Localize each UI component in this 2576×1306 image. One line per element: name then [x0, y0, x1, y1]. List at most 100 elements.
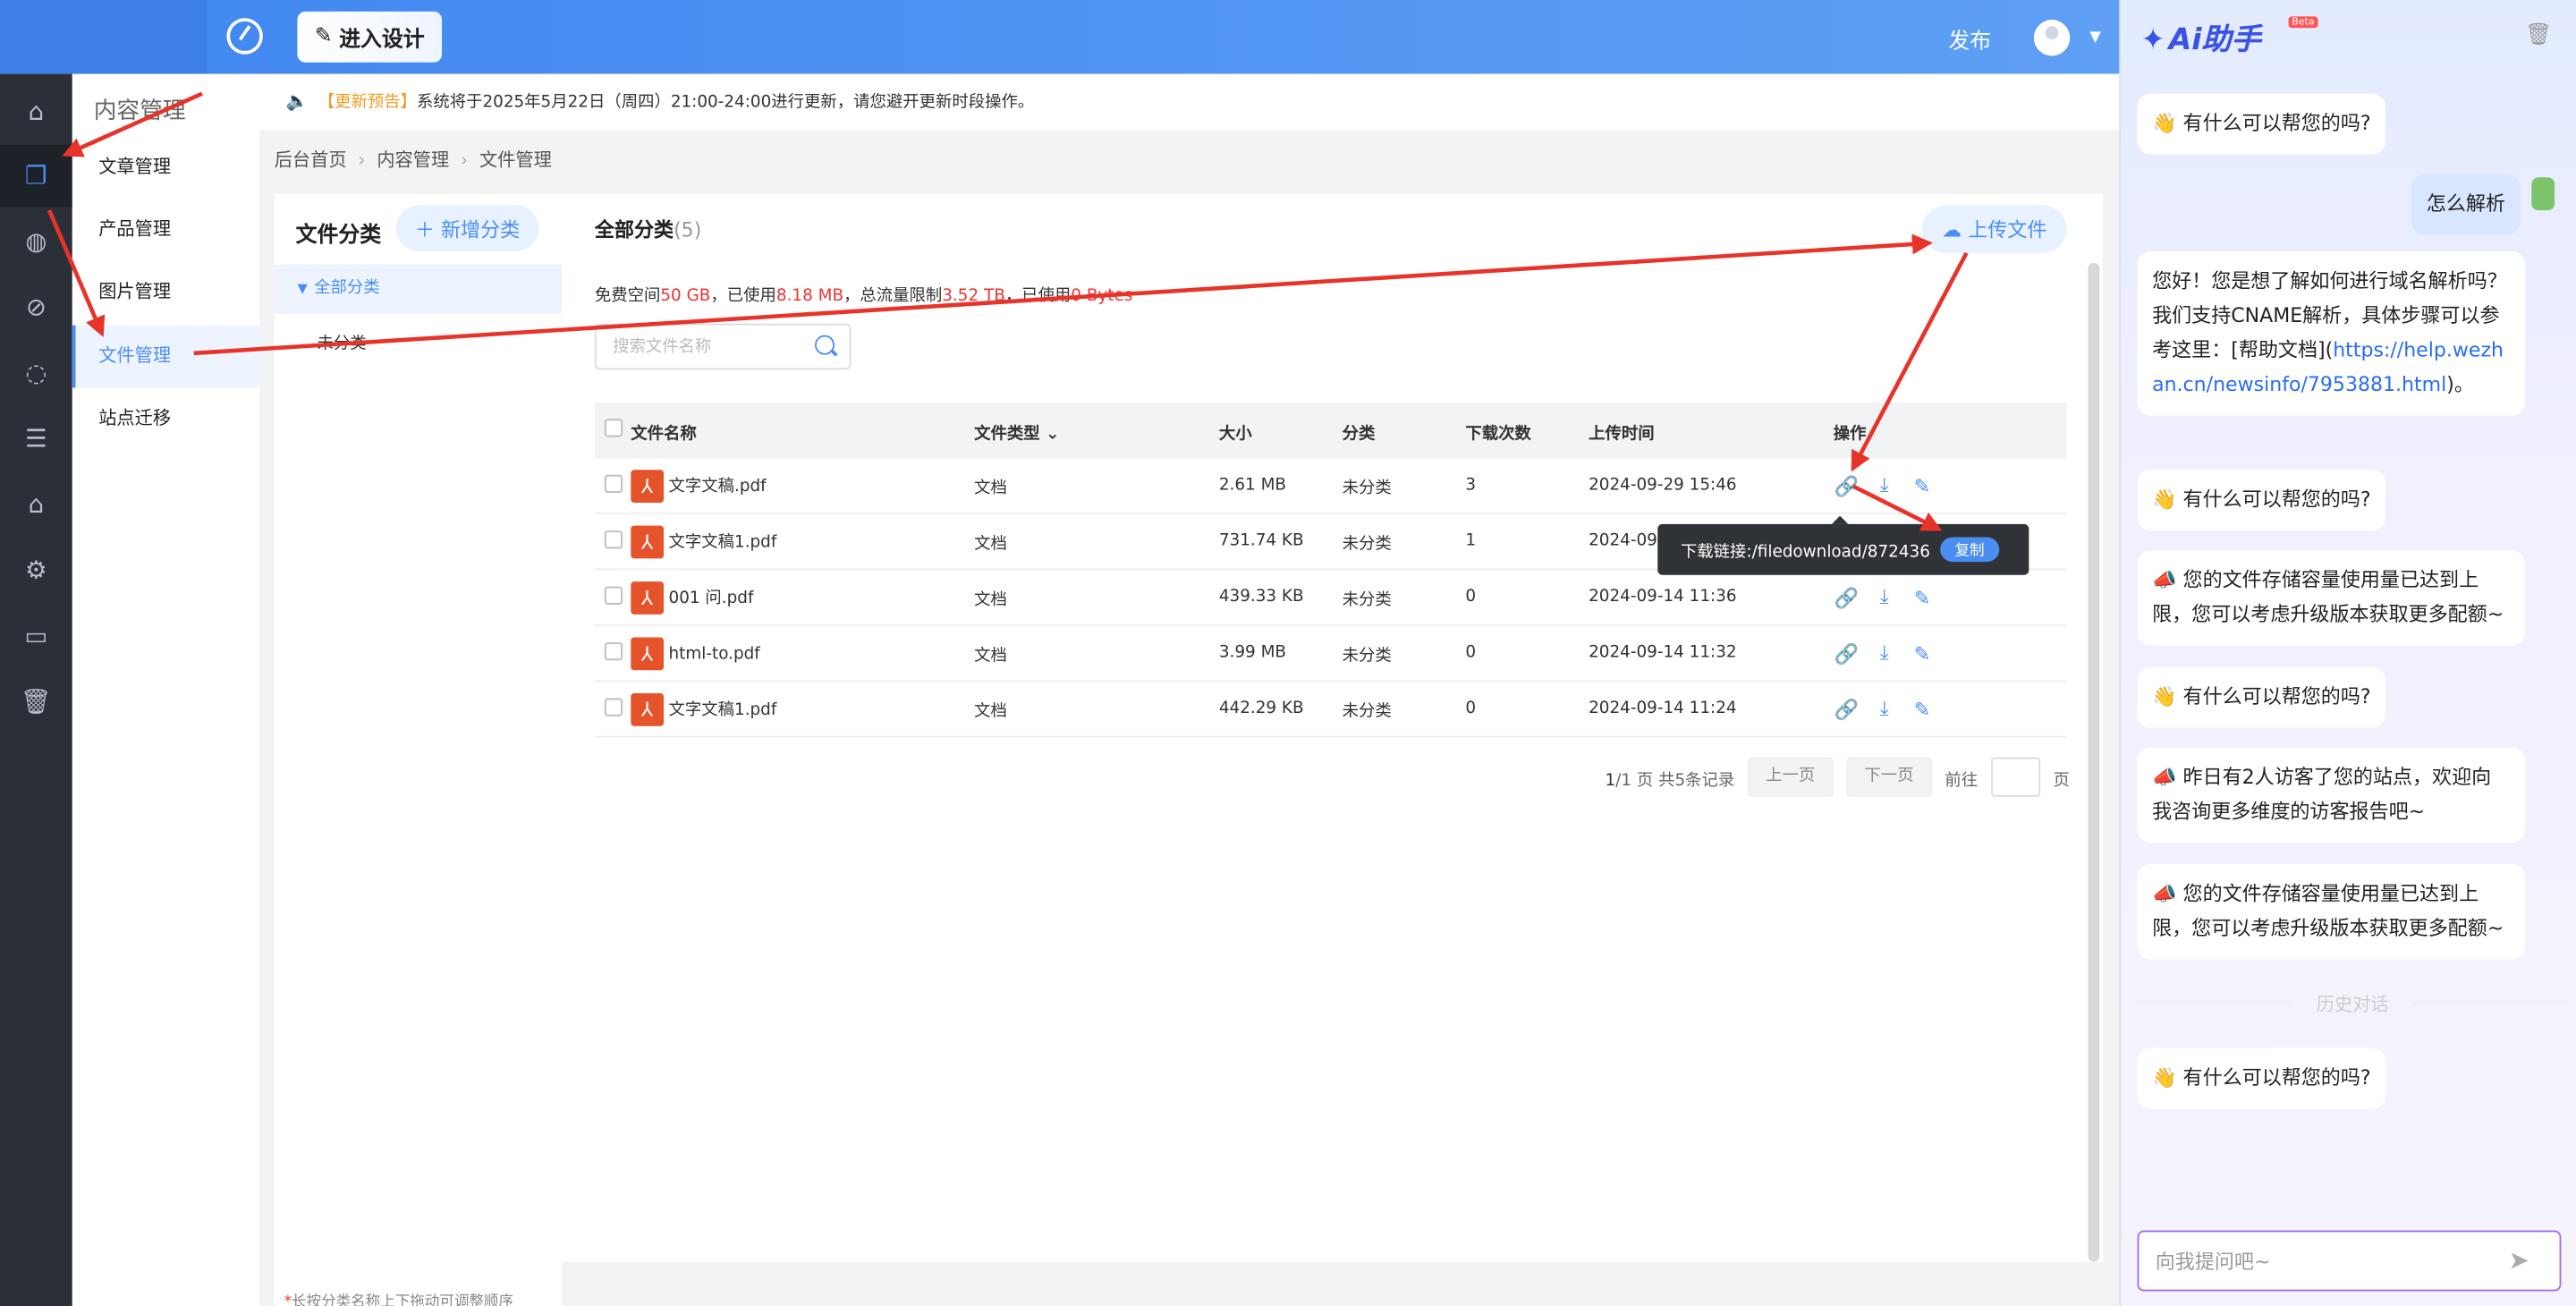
file-name[interactable]: html-to.pdf [669, 645, 760, 663]
file-category: 未分类 [1342, 535, 1392, 554]
cloud-upload-icon: ☁ [1942, 218, 1969, 242]
file-size: 442.29 KB [1218, 700, 1304, 718]
col-actions: 操作 [1833, 424, 1867, 443]
file-downloads: 0 [1465, 588, 1477, 606]
chat-message-bot: 👋 有什么可以帮您的吗? [2137, 93, 2386, 155]
table-row: ⅄ 文字文稿1.pdf 文档 442.29 KB 未分类 0 2024-09-14… [594, 682, 2067, 738]
sparkle-icon: ✦ [2140, 22, 2165, 58]
table-row: ⅄ html-to.pdf 文档 3.99 MB 未分类 0 2024-09-14… [594, 626, 2067, 683]
row-checkbox[interactable] [604, 530, 623, 548]
chat-message-bot: 👋 有什么可以帮您的吗? [2137, 1047, 2386, 1109]
chat-message-bot: 📣 昨日有2人访客了您的站点，欢迎向我咨询更多维度的访客报告吧~ [2137, 747, 2526, 844]
category-all[interactable]: ▼ 全部分类 [274, 264, 563, 314]
download-link-text: 下载链接:/filedownload/872436 [1680, 543, 1930, 563]
chat-message-bot: 您好！您是想了解如何进行域名解析吗？我们支持CNAME解析，具体步骤可以参考这里… [2137, 250, 2526, 416]
download-icon[interactable]: ⤓ [1871, 473, 1897, 498]
file-type: 文档 [974, 535, 1007, 554]
chevron-down-icon: ⌄ [1039, 424, 1060, 443]
link-icon[interactable]: 🔗 [1834, 641, 1860, 665]
edit-icon[interactable]: ✎ [1909, 586, 1935, 609]
link-icon[interactable]: 🔗 [1834, 586, 1860, 609]
list-icon[interactable]: ☰ [20, 422, 53, 455]
copy-link-button[interactable]: 复制 [1939, 537, 2000, 563]
chat-message-bot: 👋 有什么可以帮您的吗? [2137, 666, 2386, 728]
submenu-item-files[interactable]: 文件管理 [72, 325, 260, 388]
breadcrumb-content[interactable]: 内容管理 [377, 149, 449, 171]
file-name[interactable]: 文字文稿.pdf [669, 478, 767, 496]
file-name[interactable]: 001 问.pdf [669, 589, 754, 606]
chevron-right-icon: › [358, 149, 366, 171]
dashboard-icon[interactable] [226, 18, 263, 55]
caret-down-icon: ▼ [297, 281, 308, 296]
caret-down-icon[interactable]: ▼ [2089, 30, 2101, 46]
avatar[interactable] [2033, 20, 2071, 56]
clear-chat-icon[interactable]: 🗑 [2525, 23, 2552, 48]
download-icon[interactable]: ⤓ [1871, 585, 1897, 610]
download-icon[interactable]: ⤓ [1871, 697, 1897, 722]
prev-page-button[interactable]: 上一页 [1747, 757, 1834, 797]
link-icon[interactable]: 🔗 [1834, 698, 1860, 721]
pagination: 1/1 页 共5条记录 上一页 下一页 前往 页 [1605, 757, 2070, 797]
col-name: 文件名称 [631, 424, 697, 443]
terminal-icon[interactable]: ▭ [20, 619, 53, 652]
chat-message-bot: 📣 您的文件存储容量使用量已达到上限，您可以考虑升级版本获取更多配额~ [2137, 863, 2526, 960]
file-list-title: 全部分类(5) [594, 218, 702, 242]
chat-input[interactable] [2137, 1230, 2562, 1292]
wechat-icon[interactable]: ◌ [20, 357, 53, 390]
next-page-button[interactable]: 下一页 [1846, 757, 1932, 797]
shop-icon[interactable]: ⌂ [20, 488, 53, 521]
select-all-checkbox[interactable] [604, 419, 623, 437]
scrollbar[interactable] [2088, 262, 2100, 1262]
edit-icon[interactable]: ✎ [1909, 698, 1935, 721]
submenu-item-products[interactable]: 产品管理 [72, 199, 259, 261]
enter-design-button[interactable]: ✎ 进入设计 [297, 11, 443, 63]
upload-file-button[interactable]: ☁ 上传文件 [1921, 205, 2067, 253]
table-row: ⅄ 001 问.pdf 文档 439.33 KB 未分类 0 2024-09-14… [594, 570, 2067, 626]
submenu-item-images[interactable]: 图片管理 [72, 261, 259, 324]
settings-icon[interactable]: ⚙ [20, 554, 53, 587]
row-checkbox[interactable] [604, 585, 623, 604]
edit-icon[interactable]: ✎ [1909, 474, 1935, 497]
file-name[interactable]: 文字文稿1.pdf [669, 533, 777, 551]
trash-icon[interactable]: 🗑 [20, 685, 53, 718]
speaker-icon: 🔈 [285, 90, 309, 112]
row-checkbox[interactable] [604, 697, 623, 716]
ai-assistant-panel: ✦ Ai助手 Beta 🗑 👋 有什么可以帮您的吗? 怎么解析 您好！您是想了解如… [2119, 0, 2576, 1306]
ai-logo: ✦ Ai助手 [2140, 22, 2261, 58]
edit-icon[interactable]: ✎ [1909, 641, 1935, 665]
search-icon[interactable] [815, 335, 835, 355]
search-input[interactable] [594, 323, 852, 370]
file-uploaded: 2024-09-14 11:24 [1589, 700, 1737, 718]
category-uncategorized[interactable]: 未分类 [317, 328, 366, 353]
home-icon[interactable]: ⌂ [20, 96, 53, 129]
file-category: 未分类 [1342, 703, 1392, 722]
row-checkbox[interactable] [604, 473, 623, 493]
goto-label: 前往 [1945, 771, 1979, 790]
file-size: 3.99 MB [1218, 643, 1287, 663]
goto-page-input[interactable] [1990, 757, 2040, 797]
file-uploaded: 2024-09-14 11:32 [1589, 643, 1737, 663]
planet-icon[interactable]: ◍ [20, 225, 53, 259]
submenu-item-migration[interactable]: 站点迁移 [72, 387, 259, 450]
breadcrumb: 后台首页 › 内容管理 › 文件管理 [275, 146, 552, 172]
file-panel: 全部分类(5) ☁ 上传文件 免费空间50 GB，已使用8.18 MB，总流量限… [562, 193, 2103, 1262]
user-avatar [2531, 177, 2555, 211]
top-bar: ✎ 进入设计 发布 ▼ [0, 0, 2120, 74]
submenu-item-articles[interactable]: 文章管理 [72, 136, 259, 199]
content-icon[interactable]: ❐ [20, 159, 53, 192]
row-checkbox[interactable] [604, 641, 623, 660]
file-type: 文档 [974, 647, 1007, 666]
download-icon[interactable]: ⤓ [1871, 640, 1897, 666]
pdf-icon: ⅄ [631, 469, 665, 503]
publish-button[interactable]: 发布 [1948, 23, 1991, 55]
file-uploaded: 2024-09-14 11:36 [1589, 588, 1737, 606]
send-icon[interactable]: ➤ [2509, 1245, 2529, 1275]
link-icon[interactable]: 🔗 [1834, 474, 1860, 497]
link-icon[interactable]: ⊘ [20, 291, 53, 324]
add-category-button[interactable]: ＋ 新增分类 [395, 205, 539, 251]
file-name[interactable]: 文字文稿1.pdf [669, 700, 777, 718]
breadcrumb-home[interactable]: 后台首页 [275, 149, 347, 171]
notice-tag: 【更新预告】 [318, 93, 417, 112]
beta-badge: Beta [2288, 16, 2318, 29]
col-type[interactable]: 文件类型 ⌄ [974, 418, 1219, 443]
